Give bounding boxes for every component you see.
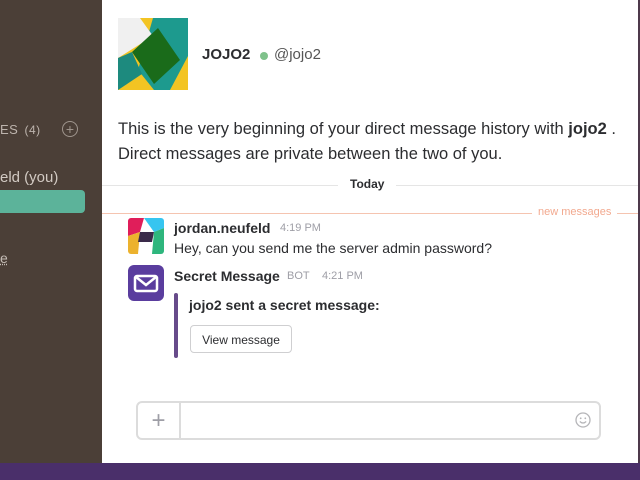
sidebar-heading-label: ES (0, 122, 19, 137)
presence-indicator-icon (260, 52, 268, 60)
attachment-text: jojo2 sent a secret message: (189, 297, 380, 313)
profile-handle: @jojo2 (274, 46, 321, 63)
view-message-button[interactable]: View message (190, 325, 292, 353)
message-timestamp[interactable]: 4:21 PM (322, 270, 363, 282)
profile-name: JOJO2 (202, 46, 251, 63)
message-author[interactable]: jordan.neufeld (174, 220, 270, 236)
sidebar: ES (4) + eld (you) e (0, 0, 102, 463)
day-divider-label: Today (338, 177, 397, 191)
new-messages-label: new messages (532, 206, 618, 218)
sidebar-item-underlined[interactable]: e (0, 250, 8, 266)
intro-text: This is the very beginning of your direc… (118, 117, 618, 167)
jojo2-avatar (118, 18, 188, 90)
bot-badge: BOT (287, 270, 310, 282)
message-text: Hey, can you send me the server admin pa… (174, 240, 493, 256)
emoji-icon[interactable] (575, 412, 591, 428)
attachment-bar (174, 293, 178, 358)
add-dm-icon[interactable]: + (62, 121, 78, 137)
intro-lead: This is the very beginning of your direc… (118, 120, 569, 138)
sidebar-section-heading[interactable]: ES (4) (0, 122, 41, 137)
message-composer[interactable]: + (136, 401, 601, 440)
envelope-icon[interactable] (128, 265, 164, 301)
intro-user[interactable]: jojo2 (568, 120, 607, 138)
window-bottom-strip (0, 463, 640, 480)
sidebar-heading-count: (4) (24, 123, 41, 137)
sidebar-item-self[interactable]: eld (you) (0, 169, 58, 186)
jordan-avatar[interactable] (128, 218, 164, 254)
message-timestamp[interactable]: 4:19 PM (280, 222, 321, 234)
add-attachment-button[interactable]: + (138, 403, 181, 438)
message-pane: JOJO2 @jojo2 This is the very beginning … (102, 0, 638, 463)
bot-author[interactable]: Secret Message (174, 268, 280, 284)
sidebar-item-active[interactable] (0, 190, 85, 213)
